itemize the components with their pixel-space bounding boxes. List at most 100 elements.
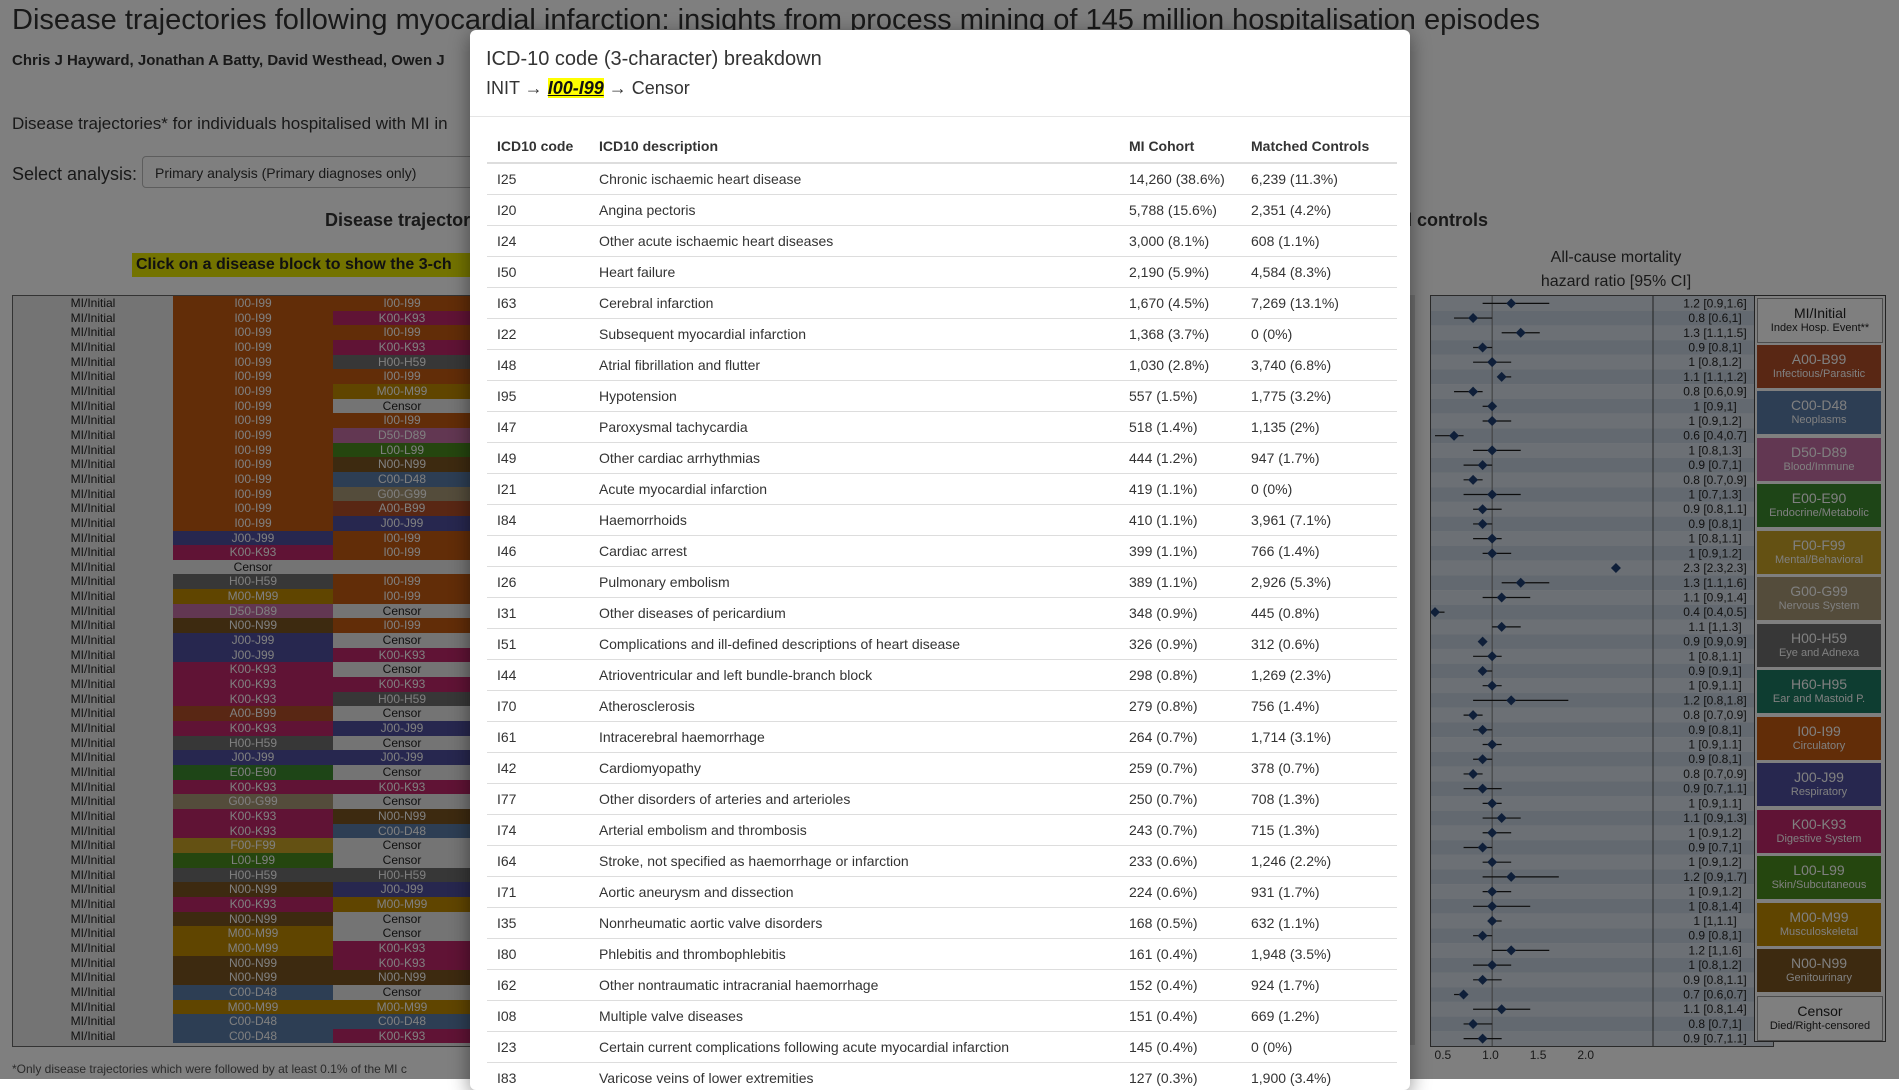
icd-code-cell: I26	[487, 567, 589, 598]
table-row: I08Multiple valve diseases151 (0.4%)669 …	[487, 1001, 1397, 1032]
icd-code-cell: I80	[487, 939, 589, 970]
icd-description-cell: Subsequent myocardial infarction	[589, 319, 1119, 350]
trajectory-path: INIT → I00-I99 → Censor	[486, 78, 690, 99]
icd-code-cell: I44	[487, 660, 589, 691]
matched-controls-cell: 632 (1.1%)	[1241, 908, 1397, 939]
icd-description-cell: Paroxysmal tachycardia	[589, 412, 1119, 443]
path-prefix: INIT →	[486, 78, 548, 98]
mi-cohort-cell: 518 (1.4%)	[1119, 412, 1241, 443]
matched-controls-cell: 1,948 (3.5%)	[1241, 939, 1397, 970]
table-row: I20Angina pectoris5,788 (15.6%)2,351 (4.…	[487, 195, 1397, 226]
table-row: I24Other acute ischaemic heart diseases3…	[487, 226, 1397, 257]
icd-code-cell: I50	[487, 257, 589, 288]
matched-controls-cell: 4,584 (8.3%)	[1241, 257, 1397, 288]
mi-cohort-cell: 168 (0.5%)	[1119, 908, 1241, 939]
mi-cohort-cell: 127 (0.3%)	[1119, 1063, 1241, 1090]
icd-code-cell: I31	[487, 598, 589, 629]
matched-controls-cell: 3,961 (7.1%)	[1241, 505, 1397, 536]
icd-description-cell: Cerebral infarction	[589, 288, 1119, 319]
icd-code-cell: I48	[487, 350, 589, 381]
icd-description-cell: Other cardiac arrhythmias	[589, 443, 1119, 474]
matched-controls-cell: 1,269 (2.3%)	[1241, 660, 1397, 691]
matched-controls-cell: 0 (0%)	[1241, 1032, 1397, 1063]
table-row: I84Haemorrhoids410 (1.1%)3,961 (7.1%)	[487, 505, 1397, 536]
mi-cohort-cell: 399 (1.1%)	[1119, 536, 1241, 567]
icd-description-cell: Acute myocardial infarction	[589, 474, 1119, 505]
table-header-row: ICD10 code ICD10 description MI Cohort M…	[487, 130, 1397, 163]
matched-controls-cell: 608 (1.1%)	[1241, 226, 1397, 257]
matched-controls-cell: 0 (0%)	[1241, 474, 1397, 505]
matched-controls-cell: 1,246 (2.2%)	[1241, 846, 1397, 877]
table-row: I26Pulmonary embolism389 (1.1%)2,926 (5.…	[487, 567, 1397, 598]
mi-cohort-cell: 224 (0.6%)	[1119, 877, 1241, 908]
icd-description-cell: Chronic ischaemic heart disease	[589, 163, 1119, 195]
icd-description-cell: Arterial embolism and thrombosis	[589, 815, 1119, 846]
mi-cohort-cell: 161 (0.4%)	[1119, 939, 1241, 970]
icd-description-cell: Atrioventricular and left bundle-branch …	[589, 660, 1119, 691]
mi-cohort-cell: 5,788 (15.6%)	[1119, 195, 1241, 226]
col-header-description: ICD10 description	[589, 130, 1119, 163]
table-row: I31Other diseases of pericardium348 (0.9…	[487, 598, 1397, 629]
icd-code-cell: I42	[487, 753, 589, 784]
icd-code-cell: I22	[487, 319, 589, 350]
icd-description-cell: Atherosclerosis	[589, 691, 1119, 722]
table-row: I71Aortic aneurysm and dissection224 (0.…	[487, 877, 1397, 908]
icd-description-cell: Other nontraumatic intracranial haemorrh…	[589, 970, 1119, 1001]
table-row: I95Hypotension557 (1.5%)1,775 (3.2%)	[487, 381, 1397, 412]
icd-description-cell: Phlebitis and thrombophlebitis	[589, 939, 1119, 970]
matched-controls-cell: 708 (1.3%)	[1241, 784, 1397, 815]
table-row: I70Atherosclerosis279 (0.8%)756 (1.4%)	[487, 691, 1397, 722]
mi-cohort-cell: 3,000 (8.1%)	[1119, 226, 1241, 257]
icd-code-cell: I83	[487, 1063, 589, 1090]
mi-cohort-cell: 259 (0.7%)	[1119, 753, 1241, 784]
matched-controls-cell: 1,135 (2%)	[1241, 412, 1397, 443]
icd-description-cell: Aortic aneurysm and dissection	[589, 877, 1119, 908]
mi-cohort-cell: 264 (0.7%)	[1119, 722, 1241, 753]
matched-controls-cell: 947 (1.7%)	[1241, 443, 1397, 474]
matched-controls-cell: 766 (1.4%)	[1241, 536, 1397, 567]
path-highlight: I00-I99	[548, 78, 604, 98]
icd-code-cell: I47	[487, 412, 589, 443]
icd-code-cell: I20	[487, 195, 589, 226]
mi-cohort-cell: 298 (0.8%)	[1119, 660, 1241, 691]
matched-controls-cell: 3,740 (6.8%)	[1241, 350, 1397, 381]
modal-header: ICD-10 code (3-character) breakdown INIT…	[470, 30, 1410, 117]
modal-title: ICD-10 code (3-character) breakdown	[486, 48, 822, 71]
table-row: I23Certain current complications followi…	[487, 1032, 1397, 1063]
table-row: I48Atrial fibrillation and flutter1,030 …	[487, 350, 1397, 381]
table-row: I22Subsequent myocardial infarction1,368…	[487, 319, 1397, 350]
icd-code-cell: I23	[487, 1032, 589, 1063]
table-row: I35Nonrheumatic aortic valve disorders16…	[487, 908, 1397, 939]
icd-table: ICD10 code ICD10 description MI Cohort M…	[487, 130, 1397, 1090]
icd-code-cell: I77	[487, 784, 589, 815]
table-row: I83Varicose veins of lower extremities12…	[487, 1063, 1397, 1090]
icd-description-cell: Varicose veins of lower extremities	[589, 1063, 1119, 1090]
matched-controls-cell: 1,900 (3.4%)	[1241, 1063, 1397, 1090]
mi-cohort-cell: 250 (0.7%)	[1119, 784, 1241, 815]
matched-controls-cell: 312 (0.6%)	[1241, 629, 1397, 660]
icd-description-cell: Angina pectoris	[589, 195, 1119, 226]
table-row: I49Other cardiac arrhythmias444 (1.2%)94…	[487, 443, 1397, 474]
matched-controls-cell: 2,351 (4.2%)	[1241, 195, 1397, 226]
mi-cohort-cell: 1,030 (2.8%)	[1119, 350, 1241, 381]
icd-code-cell: I84	[487, 505, 589, 536]
mi-cohort-cell: 145 (0.4%)	[1119, 1032, 1241, 1063]
icd-description-cell: Multiple valve diseases	[589, 1001, 1119, 1032]
icd-description-cell: Nonrheumatic aortic valve disorders	[589, 908, 1119, 939]
icd-code-cell: I49	[487, 443, 589, 474]
matched-controls-cell: 924 (1.7%)	[1241, 970, 1397, 1001]
icd-code-cell: I95	[487, 381, 589, 412]
matched-controls-cell: 7,269 (13.1%)	[1241, 288, 1397, 319]
mi-cohort-cell: 2,190 (5.9%)	[1119, 257, 1241, 288]
table-row: I61Intracerebral haemorrhage264 (0.7%)1,…	[487, 722, 1397, 753]
matched-controls-cell: 756 (1.4%)	[1241, 691, 1397, 722]
mi-cohort-cell: 279 (0.8%)	[1119, 691, 1241, 722]
icd-code-cell: I71	[487, 877, 589, 908]
icd-code-cell: I61	[487, 722, 589, 753]
mi-cohort-cell: 1,368 (3.7%)	[1119, 319, 1241, 350]
icd-code-cell: I74	[487, 815, 589, 846]
icd-code-cell: I21	[487, 474, 589, 505]
matched-controls-cell: 715 (1.3%)	[1241, 815, 1397, 846]
icd-code-cell: I46	[487, 536, 589, 567]
icd-description-cell: Atrial fibrillation and flutter	[589, 350, 1119, 381]
